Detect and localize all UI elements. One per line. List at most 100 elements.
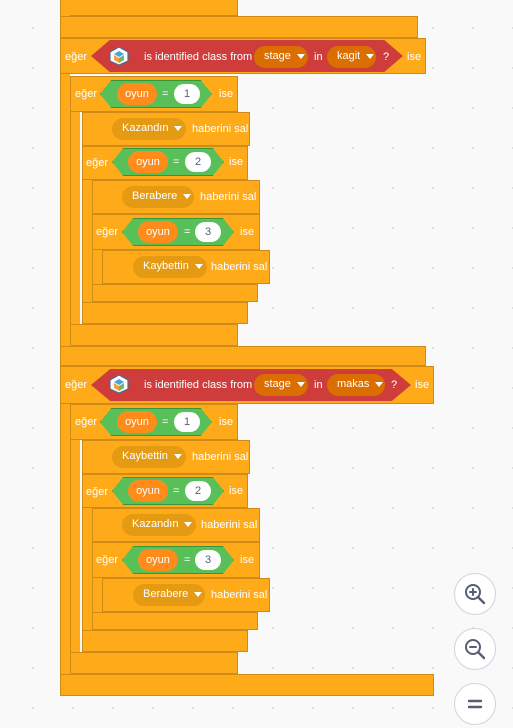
g2-if1-value[interactable]: 1 — [174, 412, 200, 432]
g2-if3-var[interactable]: oyun — [138, 549, 178, 571]
g1-broadcast3-label: haberini sal — [211, 261, 268, 273]
g2-if1-then: ise — [219, 416, 234, 428]
g1-if3-eq: = — [184, 226, 191, 238]
g1-broadcast2-label: haberini sal — [200, 191, 257, 203]
g2-if3-value[interactable]: 3 — [195, 550, 221, 570]
g2-if2-eq: = — [173, 485, 180, 497]
g1-if2-arm[interactable] — [82, 176, 92, 304]
g2-if3-eq: = — [184, 554, 191, 566]
g1-if3-label: eğer — [96, 226, 119, 238]
g2-if3-end[interactable] — [92, 612, 258, 630]
g1-if3-arm[interactable] — [92, 246, 102, 286]
g2-then-label: ise — [415, 379, 430, 391]
g2-broadcast3-message[interactable]: Berabere — [133, 584, 205, 606]
g2-if2-arm[interactable] — [82, 504, 92, 632]
g1-broadcast1-message[interactable]: Kazandın — [112, 118, 186, 140]
g1-if3-then: ise — [240, 226, 255, 238]
zoom-reset-button[interactable] — [454, 683, 496, 725]
g2-if1-var[interactable]: oyun — [117, 411, 157, 433]
g1-outer-end[interactable] — [60, 346, 426, 366]
g2-if2-var[interactable]: oyun — [128, 480, 168, 502]
g1-then-label: ise — [407, 51, 422, 63]
chevron-down-icon — [375, 381, 384, 387]
g1-if1-end[interactable] — [70, 324, 238, 346]
g2-if3-then: ise — [240, 554, 255, 566]
g2-outer-end[interactable] — [60, 674, 434, 696]
g1-if1-then: ise — [219, 88, 234, 100]
g1-if1-value[interactable]: 1 — [174, 84, 200, 104]
g2-stage-dropdown[interactable]: stage — [254, 374, 308, 396]
g1-if1-eq: = — [162, 88, 169, 100]
g2-if1-end[interactable] — [70, 652, 238, 674]
g2-if-label: eğer — [65, 379, 88, 391]
g2-if3-arm[interactable] — [92, 574, 102, 614]
chevron-down-icon — [296, 53, 305, 59]
g2-if1-label: eğer — [75, 416, 98, 428]
g1-if2-then: ise — [229, 156, 244, 168]
g1-broadcast2-value: Berabere — [132, 190, 178, 202]
chevron-down-icon — [366, 53, 375, 59]
zoom-out-icon — [465, 639, 486, 660]
g2-broadcast2-message[interactable]: Kazandın — [122, 514, 196, 536]
g1-broadcast2-message[interactable]: Berabere — [122, 186, 194, 208]
g1-broadcast3-message[interactable]: Kaybettin — [133, 256, 207, 278]
ml-extension-icon — [109, 374, 129, 394]
g2-class-value: makas — [337, 378, 370, 390]
ml-extension-icon — [109, 46, 129, 66]
g1-if2-label: eğer — [86, 157, 109, 169]
g2-broadcast3-value: Berabere — [143, 588, 189, 600]
g1-stage-value: stage — [264, 50, 291, 62]
chevron-down-icon — [174, 125, 183, 131]
g2-if2-end[interactable] — [82, 630, 248, 652]
g2-if3-label: eğer — [96, 554, 119, 566]
chevron-down-icon — [173, 453, 182, 459]
g1-if2-end[interactable] — [82, 302, 248, 324]
chevron-down-icon — [184, 521, 193, 527]
g2-broadcast1-message[interactable]: Kaybettin — [112, 446, 186, 468]
g1-broadcast3-value: Kaybettin — [143, 260, 189, 272]
g1-broadcast1-value: Kazandın — [122, 122, 169, 134]
g2-stage-value: stage — [264, 378, 291, 390]
outer-if-tail-top[interactable] — [60, 0, 238, 16]
g1-outer-arm[interactable] — [60, 72, 70, 348]
g2-question-mark: ? — [391, 379, 398, 391]
g2-if2-value[interactable]: 2 — [185, 481, 211, 501]
g1-broadcast1-label: haberini sal — [192, 123, 249, 135]
zoom-out-button[interactable] — [454, 628, 496, 670]
g2-outer-arm[interactable] — [60, 400, 70, 676]
g2-broadcast3-label: haberini sal — [211, 589, 268, 601]
g1-if1-label: eğer — [75, 88, 98, 100]
zoom-reset-icon — [467, 699, 483, 709]
g1-if-label: eğer — [65, 51, 88, 63]
g2-in-label: in — [314, 379, 323, 391]
g1-if1-var[interactable]: oyun — [117, 83, 157, 105]
g2-identified-label: is identified class from — [144, 379, 253, 391]
chevron-down-icon — [296, 381, 305, 387]
g1-if2-var[interactable]: oyun — [128, 151, 168, 173]
g2-broadcast2-label: haberini sal — [201, 519, 258, 531]
g1-if3-var[interactable]: oyun — [138, 221, 178, 243]
g1-if3-end[interactable] — [92, 284, 258, 302]
g2-broadcast1-value: Kaybettin — [122, 450, 168, 462]
g2-class-dropdown[interactable]: makas — [327, 374, 385, 396]
g2-broadcast2-value: Kazandın — [132, 518, 179, 530]
chevron-down-icon — [194, 263, 203, 269]
g1-if1-arm[interactable] — [70, 108, 80, 326]
g1-question-mark: ? — [383, 51, 390, 63]
g1-class-dropdown[interactable]: kagit — [327, 46, 376, 68]
g1-if3-value[interactable]: 3 — [195, 222, 221, 242]
g2-if1-eq: = — [162, 416, 169, 428]
g2-broadcast1-label: haberini sal — [192, 451, 249, 463]
zoom-in-button[interactable] — [454, 573, 496, 615]
outer-if-end-top[interactable] — [60, 16, 418, 38]
g1-in-label: in — [314, 51, 323, 63]
g2-if2-then: ise — [229, 485, 244, 497]
g2-if1-arm[interactable] — [70, 436, 80, 654]
chevron-down-icon — [194, 591, 203, 597]
g1-stage-dropdown[interactable]: stage — [254, 46, 308, 68]
g1-class-value: kagit — [337, 50, 361, 62]
g1-if2-value[interactable]: 2 — [185, 152, 211, 172]
zoom-in-icon — [465, 584, 486, 605]
chevron-down-icon — [183, 193, 192, 199]
g2-if2-label: eğer — [86, 486, 109, 498]
